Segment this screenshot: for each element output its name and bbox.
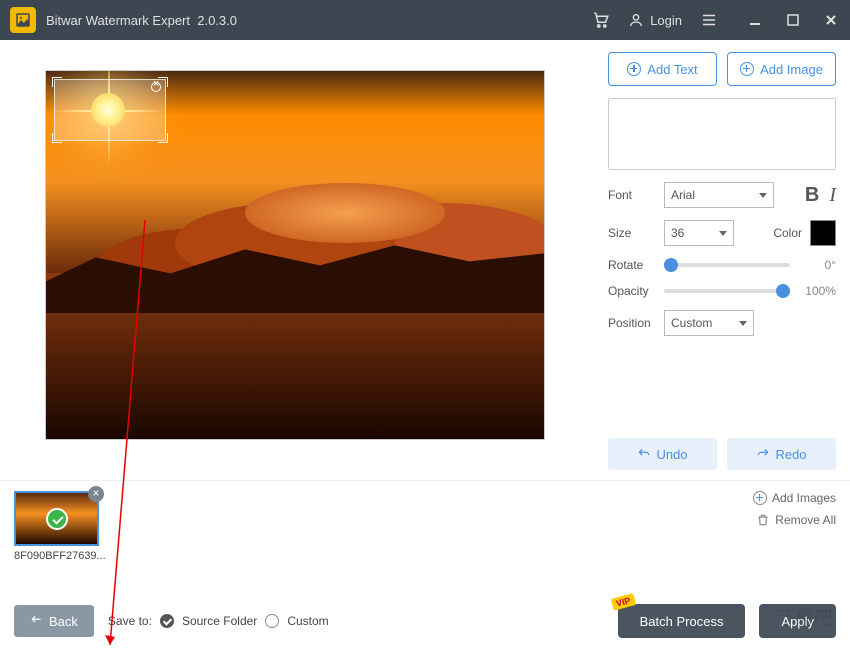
redo-button[interactable]: Redo <box>727 438 836 470</box>
user-icon <box>628 12 644 28</box>
minimize-button[interactable] <box>746 11 764 29</box>
chevron-down-icon <box>759 193 767 198</box>
app-title: Bitwar Watermark Expert 2.0.3.0 <box>46 13 592 28</box>
canvas-area <box>0 40 600 480</box>
chevron-down-icon <box>739 321 747 326</box>
remove-all-button[interactable]: Remove All <box>756 513 836 527</box>
custom-folder-radio[interactable] <box>265 614 279 628</box>
rotate-label: Rotate <box>608 258 656 272</box>
plus-icon <box>740 62 754 76</box>
source-folder-label: Source Folder <box>182 614 257 628</box>
redo-icon <box>756 447 770 461</box>
font-select[interactable]: Arial <box>664 182 774 208</box>
vip-badge: VIP <box>610 593 635 610</box>
color-swatch[interactable] <box>810 220 836 246</box>
logo-icon <box>15 12 31 28</box>
menu-icon[interactable] <box>700 11 718 29</box>
check-icon <box>46 508 68 530</box>
titlebar: Bitwar Watermark Expert 2.0.3.0 Login <box>0 0 850 40</box>
app-logo <box>10 7 36 33</box>
batch-process-button[interactable]: VIP Batch Process <box>618 604 746 638</box>
apply-button[interactable]: Apply <box>759 604 836 638</box>
cart-icon[interactable] <box>592 11 610 29</box>
opacity-value: 100% <box>798 284 836 298</box>
properties-panel: Add Text Add Image Font Arial B I Size 3… <box>600 40 850 480</box>
add-images-button[interactable]: Add Images <box>753 491 836 505</box>
custom-folder-label: Custom <box>287 614 328 628</box>
watermark-text-input[interactable] <box>608 98 836 170</box>
login-label: Login <box>650 13 682 28</box>
thumbnail-filename: 8F090BFF27639... <box>14 550 99 562</box>
watermark-selection[interactable] <box>54 79 166 141</box>
close-button[interactable] <box>822 11 840 29</box>
selection-close-icon[interactable] <box>151 82 161 92</box>
back-arrow-icon <box>30 614 44 628</box>
plus-icon <box>627 62 641 76</box>
position-select[interactable]: Custom <box>664 310 754 336</box>
opacity-slider[interactable] <box>664 289 790 293</box>
color-label: Color <box>773 226 802 240</box>
bottom-bar: Back Save to: Source Folder Custom VIP B… <box>0 604 850 638</box>
thumbnail-image[interactable]: × <box>14 491 99 546</box>
maximize-button[interactable] <box>784 11 802 29</box>
rotate-slider[interactable] <box>664 263 790 267</box>
opacity-label: Opacity <box>608 284 656 298</box>
rotate-value: 0° <box>798 258 836 272</box>
add-image-button[interactable]: Add Image <box>727 52 836 86</box>
bold-button[interactable]: B <box>805 184 819 207</box>
thumbnail-item[interactable]: × 8F090BFF27639... <box>14 491 99 562</box>
back-button[interactable]: Back <box>14 605 94 637</box>
thumbnail-remove-icon[interactable]: × <box>88 486 104 502</box>
chevron-down-icon <box>719 231 727 236</box>
source-folder-radio[interactable] <box>160 614 174 628</box>
save-to-label: Save to: <box>108 614 152 628</box>
size-select[interactable]: 36 <box>664 220 734 246</box>
add-text-button[interactable]: Add Text <box>608 52 717 86</box>
preview-image[interactable] <box>45 70 545 440</box>
thumbnails-row: × 8F090BFF27639... Add Images Remove All <box>0 480 850 570</box>
italic-button[interactable]: I <box>829 184 836 207</box>
size-label: Size <box>608 226 656 240</box>
undo-button[interactable]: Undo <box>608 438 717 470</box>
trash-icon <box>756 513 770 527</box>
font-label: Font <box>608 188 656 202</box>
position-label: Position <box>608 316 656 330</box>
login-link[interactable]: Login <box>628 12 682 28</box>
undo-icon <box>637 447 651 461</box>
plus-icon <box>753 491 767 505</box>
